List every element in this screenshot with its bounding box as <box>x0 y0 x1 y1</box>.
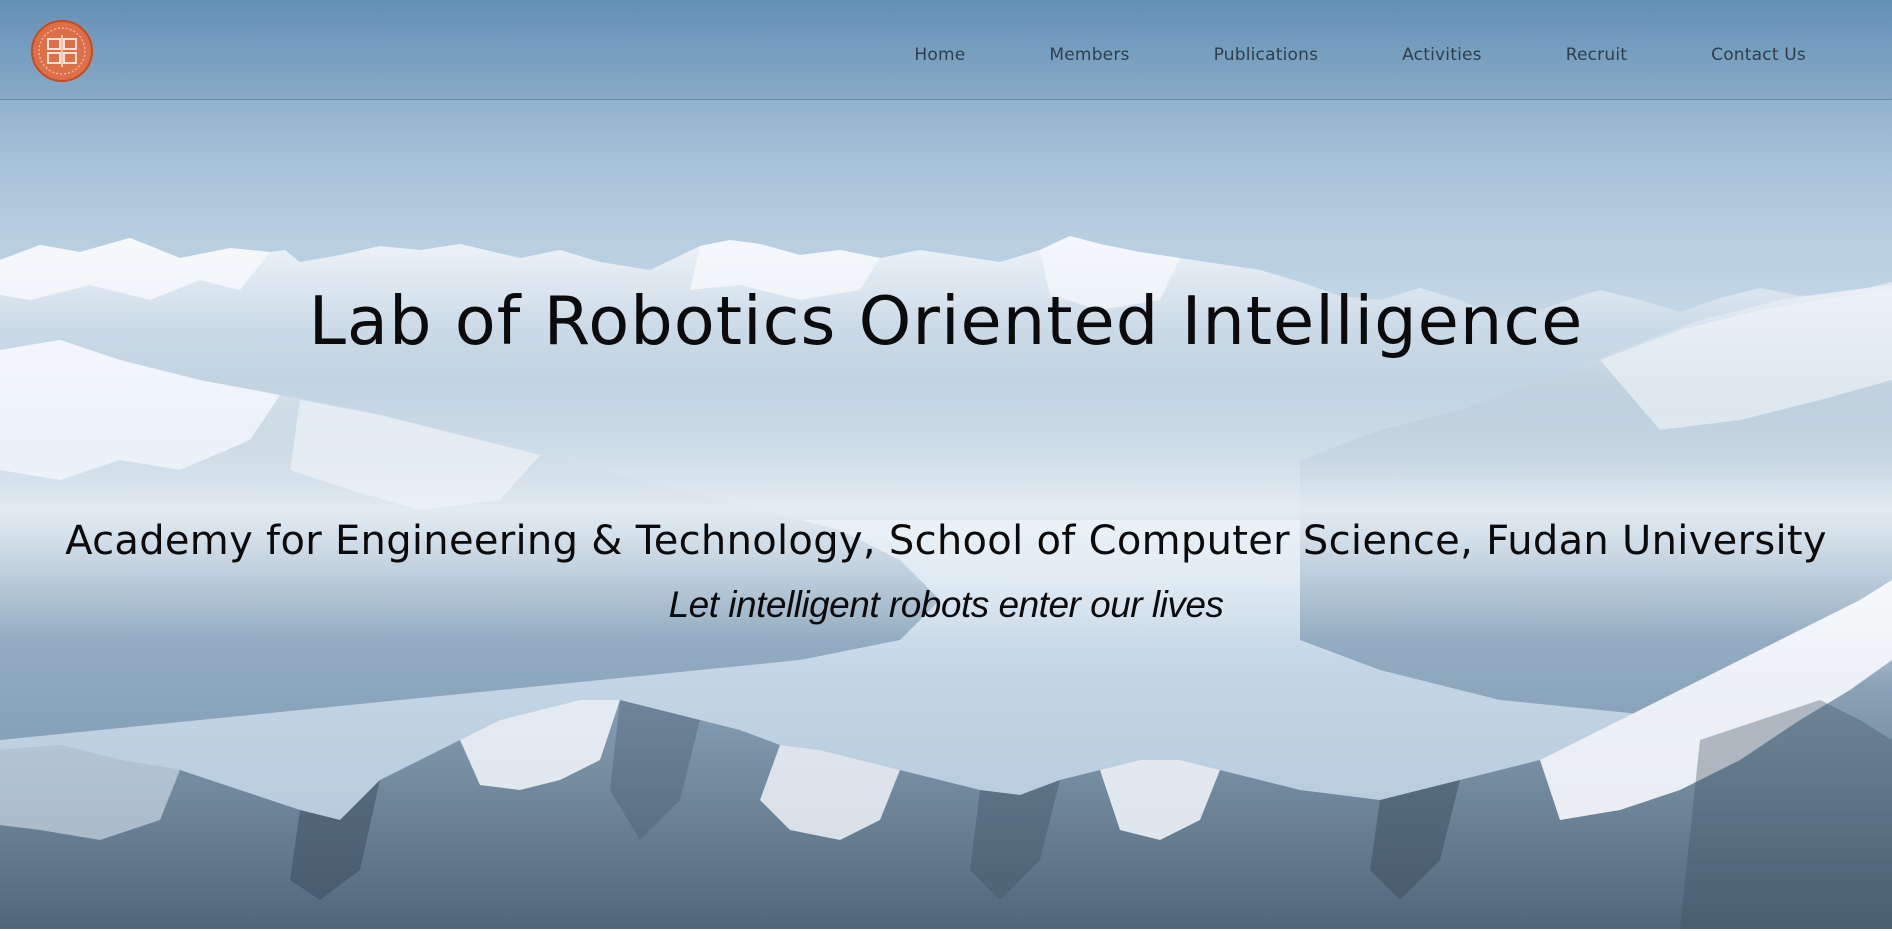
university-seal-logo[interactable] <box>30 19 94 83</box>
top-navigation-bar: Home Members Publications Activities Rec… <box>0 0 1892 100</box>
hero-section: Home Members Publications Activities Rec… <box>0 0 1892 929</box>
nav-publications[interactable]: Publications <box>1214 35 1319 65</box>
nav-contact-us[interactable]: Contact Us <box>1711 35 1806 65</box>
nav-activities[interactable]: Activities <box>1402 35 1482 65</box>
hero-subtitle: Academy for Engineering & Technology, Sc… <box>65 518 1827 564</box>
nav-recruit[interactable]: Recruit <box>1566 35 1627 65</box>
nav-home[interactable]: Home <box>914 35 965 65</box>
page: Home Members Publications Activities Rec… <box>0 0 1892 931</box>
hero-slogan: Let intelligent robots enter our lives <box>668 584 1224 625</box>
main-nav: Home Members Publications Activities Rec… <box>914 0 1806 99</box>
nav-members[interactable]: Members <box>1049 35 1129 65</box>
hero-title: Lab of Robotics Oriented Intelligence <box>308 282 1584 360</box>
mountain-background-image <box>0 0 1892 929</box>
